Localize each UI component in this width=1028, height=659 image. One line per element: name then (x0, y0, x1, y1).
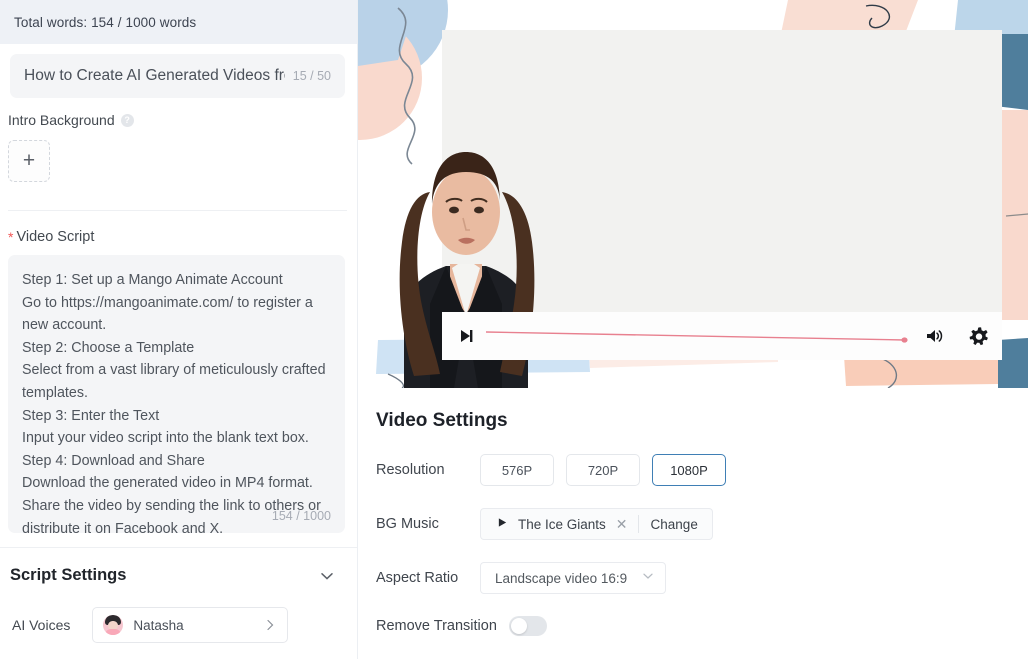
skip-next-icon[interactable] (456, 326, 476, 346)
video-script-counter: 154 / 1000 (271, 509, 331, 523)
remove-transition-toggle[interactable] (508, 616, 547, 636)
video-title-counter: 15 / 50 (292, 69, 331, 83)
aspect-ratio-select[interactable]: Landscape video 16:9 (480, 562, 666, 594)
question-circle-icon[interactable]: ? (120, 113, 134, 127)
plus-icon: + (22, 149, 36, 172)
play-icon[interactable] (497, 517, 508, 531)
intro-background-label: Intro Background (8, 112, 115, 128)
app-root: Total words: 154 / 1000 words How to Cre… (0, 0, 1028, 659)
add-intro-background-button[interactable]: + (8, 140, 50, 182)
video-script-label-row: * Video Script (0, 211, 357, 245)
bg-music-label: BG Music (376, 516, 439, 532)
left-editor-panel: Total words: 154 / 1000 words How to Cre… (0, 0, 358, 659)
avatar (103, 615, 124, 635)
bg-music-field[interactable]: The Ice Giants ✕ Change (480, 508, 713, 540)
video-title-input[interactable]: How to Create AI Generated Videos fror 1… (10, 54, 345, 98)
voice-name: Natasha (133, 617, 184, 633)
required-asterisk: * (8, 229, 14, 245)
resolution-option-1080p[interactable]: 1080P (652, 454, 726, 486)
close-icon[interactable]: ✕ (606, 516, 638, 533)
script-settings-title: Script Settings (10, 566, 127, 584)
video-title-wrapper: How to Create AI Generated Videos fror 1… (0, 44, 357, 98)
total-words-bar: Total words: 154 / 1000 words (0, 0, 357, 44)
remove-transition-label: Remove Transition (376, 618, 497, 634)
video-controls-bar (442, 312, 1002, 360)
resolution-option-720p[interactable]: 720P (566, 454, 640, 486)
aspect-ratio-label: Aspect Ratio (376, 570, 459, 586)
aspect-ratio-value: Landscape video 16:9 (495, 570, 628, 586)
chevron-down-icon[interactable] (319, 568, 335, 584)
video-script-text: Step 1: Set up a Mango Animate Account G… (22, 272, 326, 537)
resolution-option-576p[interactable]: 576P (480, 454, 554, 486)
bg-music-track: The Ice Giants (518, 516, 606, 532)
ai-voices-row: AI Voices Natasha (0, 585, 357, 643)
script-settings-header[interactable]: Script Settings (0, 548, 357, 585)
bg-music-row: BG Music The Ice Giants ✕ Change (376, 508, 1028, 540)
video-script-label: Video Script (16, 229, 95, 245)
volume-icon[interactable] (924, 326, 944, 346)
toggle-knob (510, 618, 527, 634)
video-settings-panel: Video Settings Resolution 576P 720P 1080… (358, 388, 1028, 636)
chevron-right-icon (263, 618, 277, 632)
resolution-row: Resolution 576P 720P 1080P (376, 454, 1028, 486)
video-script-textarea[interactable]: Step 1: Set up a Mango Animate Account G… (8, 255, 345, 537)
remove-transition-row: Remove Transition (376, 616, 1028, 636)
intro-background-label-row: Intro Background ? (0, 98, 357, 128)
ai-voices-label: AI Voices (12, 617, 71, 633)
video-progress-bar[interactable] (485, 329, 914, 343)
aspect-ratio-row: Aspect Ratio Landscape video 16:9 (376, 562, 1028, 594)
resolution-label: Resolution (376, 462, 445, 478)
voice-select[interactable]: Natasha (92, 607, 289, 643)
chevron-down-icon (641, 569, 655, 588)
change-music-button[interactable]: Change (639, 517, 710, 532)
right-preview-panel: Video Settings Resolution 576P 720P 1080… (358, 0, 1028, 659)
video-preview[interactable] (358, 0, 1028, 388)
gear-icon[interactable] (968, 326, 988, 346)
video-settings-title: Video Settings (376, 410, 508, 431)
video-title-value: How to Create AI Generated Videos fror (24, 67, 285, 84)
total-words-text: Total words: 154 / 1000 words (14, 14, 197, 30)
